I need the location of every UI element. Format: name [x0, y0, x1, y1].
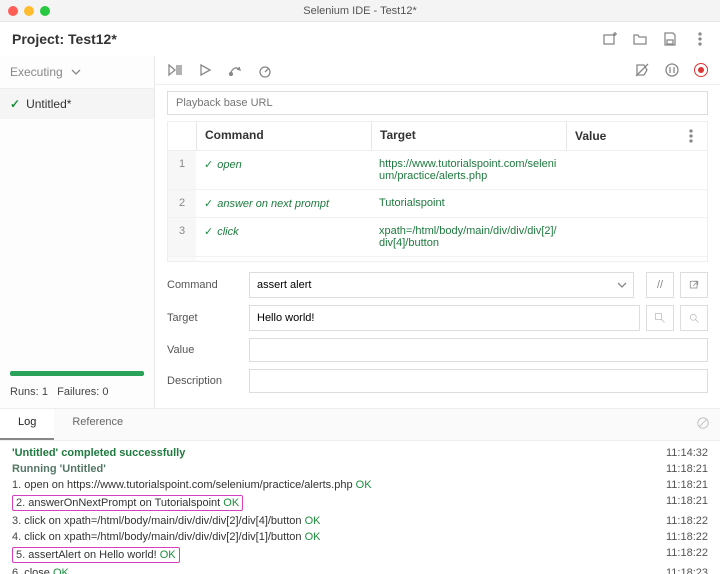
find-target-button[interactable]	[680, 305, 708, 331]
base-url-input[interactable]	[167, 91, 708, 115]
row-command: ✓click	[196, 218, 371, 256]
row-value	[566, 151, 707, 189]
row-target: xpath=/html/body/main/div/div/div[2]/div…	[371, 218, 566, 256]
table-row[interactable]: 1✓openhttps://www.tutorialspoint.com/sel…	[168, 151, 707, 190]
runs-count: 1	[42, 386, 48, 398]
row-number: 2	[168, 190, 196, 217]
playback-toolbar	[155, 56, 720, 85]
row-value	[566, 190, 707, 217]
log-row: 5. assertAlert on Hello world! OK11:18:2…	[10, 545, 710, 565]
sidebar-test-item[interactable]: ✓ Untitled*	[0, 89, 154, 119]
log-row: Running 'Untitled'11:18:21	[10, 461, 710, 477]
row-number: 4	[168, 257, 196, 261]
log-row: 'Untitled' completed successfully11:14:3…	[10, 445, 710, 461]
target-label: Target	[167, 312, 249, 324]
test-name: Untitled*	[26, 97, 71, 111]
row-value	[566, 257, 707, 261]
row-menu-icon[interactable]	[683, 128, 699, 144]
command-grid: Command Target Value 1✓openhttps://www.t…	[167, 121, 708, 262]
disable-breakpoints-icon[interactable]	[634, 62, 650, 78]
check-icon: ✓	[10, 97, 20, 111]
value-input[interactable]	[249, 338, 708, 362]
log-row: 6. close OK11:18:23	[10, 565, 710, 574]
row-number: 3	[168, 218, 196, 256]
tab-reference[interactable]: Reference	[54, 409, 141, 440]
record-icon[interactable]	[694, 63, 708, 77]
play-icon[interactable]	[197, 62, 213, 78]
window-titlebar: Selenium IDE - Test12*	[0, 0, 720, 22]
failures-count: 0	[102, 386, 108, 398]
dropdown-icon[interactable]	[614, 277, 630, 293]
project-label: Project:	[12, 31, 64, 47]
runs-label: Runs:	[10, 386, 39, 398]
progress-bar	[10, 371, 144, 376]
open-project-icon[interactable]	[632, 31, 648, 47]
step-over-icon[interactable]	[227, 62, 243, 78]
tab-log[interactable]: Log	[0, 409, 54, 440]
select-target-button[interactable]	[646, 305, 674, 331]
log-row: 4. click on xpath=/html/body/main/div/di…	[10, 529, 710, 545]
pause-on-exceptions-icon[interactable]	[664, 62, 680, 78]
row-command: ✓answer on next prompt	[196, 190, 371, 217]
grid-header: Command Target Value	[168, 122, 707, 151]
table-row[interactable]: 2✓answer on next promptTutorialspoint	[168, 190, 707, 218]
table-row[interactable]: 3✓clickxpath=/html/body/main/div/div/div…	[168, 218, 707, 257]
clear-log-icon[interactable]	[686, 409, 720, 440]
sidebar: Executing ✓ Untitled* Runs: 1 Failures: …	[0, 56, 155, 408]
failures-label: Failures:	[57, 386, 99, 398]
more-menu-icon[interactable]	[692, 31, 708, 47]
log-row: 2. answerOnNextPrompt on Tutorialspoint …	[10, 493, 710, 513]
row-command: ✓open	[196, 151, 371, 189]
bottom-tabs: Log Reference	[0, 408, 720, 441]
window-title: Selenium IDE - Test12*	[0, 5, 720, 17]
run-summary: Runs: 1 Failures: 0	[0, 382, 154, 408]
executing-label: Executing	[10, 65, 63, 79]
log-row: 3. click on xpath=/html/body/main/div/di…	[10, 513, 710, 529]
command-editor: Command // Target Value	[167, 272, 708, 400]
executing-dropdown[interactable]: Executing	[0, 56, 154, 89]
row-command: ✓click	[196, 257, 371, 261]
command-input[interactable]	[249, 272, 634, 298]
save-project-icon[interactable]	[662, 31, 678, 47]
header-value: Value	[575, 129, 606, 143]
row-number: 1	[168, 151, 196, 189]
project-bar: Project: Test12*	[0, 22, 720, 56]
project-title: Project: Test12*	[12, 31, 117, 47]
content-area: Command Target Value 1✓openhttps://www.t…	[155, 56, 720, 408]
toggle-comment-button[interactable]: //	[646, 272, 674, 298]
header-target: Target	[371, 122, 566, 150]
description-input[interactable]	[249, 369, 708, 393]
description-label: Description	[167, 375, 249, 387]
row-target: xpath=/html/body/main/div/div/div[2]/div…	[371, 257, 566, 261]
target-input[interactable]	[249, 305, 640, 331]
row-target: Tutorialspoint	[371, 190, 566, 217]
chevron-down-icon	[68, 64, 84, 80]
command-label: Command	[167, 279, 249, 291]
speed-icon[interactable]	[257, 62, 273, 78]
row-value	[566, 218, 707, 256]
log-panel: 'Untitled' completed successfully11:14:3…	[0, 441, 720, 574]
project-name: Test12*	[68, 31, 117, 47]
row-target: https://www.tutorialspoint.com/selenium/…	[371, 151, 566, 189]
open-new-window-button[interactable]	[680, 272, 708, 298]
header-command: Command	[196, 122, 371, 150]
value-label: Value	[167, 344, 249, 356]
log-row: 1. open on https://www.tutorialspoint.co…	[10, 477, 710, 493]
new-project-icon[interactable]	[602, 31, 618, 47]
run-all-icon[interactable]	[167, 62, 183, 78]
table-row[interactable]: 4✓clickxpath=/html/body/main/div/div/div…	[168, 257, 707, 261]
